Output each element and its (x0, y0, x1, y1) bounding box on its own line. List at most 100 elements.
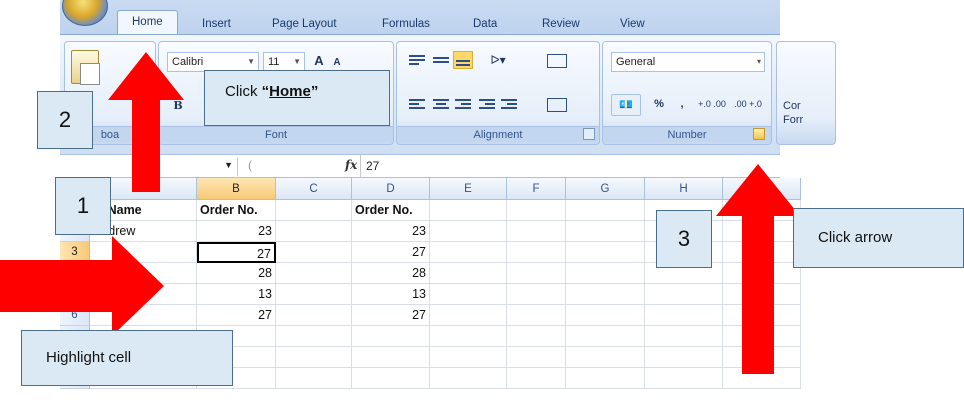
tab-home[interactable]: Home (117, 10, 178, 36)
tab-insert[interactable]: Insert (196, 15, 237, 35)
align-bottom-icon[interactable] (453, 51, 473, 69)
alignment-dialog-launcher[interactable] (583, 128, 595, 140)
cell-e9[interactable] (430, 368, 507, 389)
cell-b3[interactable]: 27 (197, 242, 276, 263)
cell-e4[interactable] (430, 263, 507, 284)
tab-data[interactable]: Data (467, 15, 503, 35)
insert-function-icon[interactable]: fx (345, 158, 357, 172)
cell-g7[interactable] (566, 326, 645, 347)
currency-format-button[interactable]: 💶 (611, 94, 641, 116)
tab-review[interactable]: Review (536, 15, 586, 35)
column-header-b[interactable]: B (197, 178, 276, 200)
column-header-c[interactable]: C (276, 178, 352, 200)
excel-window: Home Insert Page Layout Formulas Data Re… (0, 0, 964, 412)
cell-c7[interactable] (276, 326, 352, 347)
cell-d6[interactable]: 27 (352, 305, 430, 326)
cell-e1[interactable] (430, 200, 507, 221)
cell-d5[interactable]: 13 (352, 284, 430, 305)
cell-d9[interactable] (352, 368, 430, 389)
cell-h9[interactable] (645, 368, 723, 389)
align-right-icon[interactable] (453, 98, 473, 112)
column-header-d[interactable]: D (352, 178, 430, 200)
cell-d3[interactable]: 27 (352, 242, 430, 263)
cell-c6[interactable] (276, 305, 352, 326)
cell-g8[interactable] (566, 347, 645, 368)
cell-d8[interactable] (352, 347, 430, 368)
cell-c5[interactable] (276, 284, 352, 305)
cell-e6[interactable] (430, 305, 507, 326)
cell-b4[interactable]: 28 (197, 263, 276, 284)
tab-formulas[interactable]: Formulas (376, 15, 436, 35)
click-home-prefix: Click (225, 83, 262, 100)
cell-b6[interactable]: 27 (197, 305, 276, 326)
wrap-text-icon[interactable] (547, 54, 567, 68)
cell-f3[interactable] (507, 242, 566, 263)
cell-e2[interactable] (430, 221, 507, 242)
number-format-select[interactable]: General ▾ (611, 52, 765, 72)
cell-c2[interactable] (276, 221, 352, 242)
cell-c8[interactable] (276, 347, 352, 368)
increase-decimal-button[interactable]: +.0 .00 (695, 94, 729, 116)
cell-c1[interactable] (276, 200, 352, 221)
cell-e7[interactable] (430, 326, 507, 347)
cell-h6[interactable] (645, 305, 723, 326)
cell-d2[interactable]: 23 (352, 221, 430, 242)
cell-b2[interactable]: 23 (197, 221, 276, 242)
cell-h8[interactable] (645, 347, 723, 368)
conditional-formatting-label-2[interactable]: Forr (783, 114, 803, 126)
column-header-h[interactable]: H (645, 178, 723, 200)
cell-g6[interactable] (566, 305, 645, 326)
cell-b5[interactable]: 13 (197, 284, 276, 305)
formula-cancel-icon[interactable]: ( (248, 158, 252, 172)
cell-b1[interactable]: Order No. (197, 200, 276, 221)
cell-g3[interactable] (566, 242, 645, 263)
merge-center-icon[interactable] (547, 98, 567, 112)
column-header-f[interactable]: F (507, 178, 566, 200)
orientation-button[interactable]: ᐅ▾ (481, 50, 515, 72)
align-center-icon[interactable] (431, 98, 451, 112)
align-top-icon[interactable] (407, 54, 427, 68)
decrease-indent-icon[interactable] (477, 98, 497, 112)
paste-icon[interactable] (71, 50, 100, 85)
cell-f1[interactable] (507, 200, 566, 221)
cell-h5[interactable] (645, 284, 723, 305)
column-header-e[interactable]: E (430, 178, 507, 200)
cell-g2[interactable] (566, 221, 645, 242)
cell-f6[interactable] (507, 305, 566, 326)
cell-d4[interactable]: 28 (352, 263, 430, 284)
percent-style-button[interactable]: % (649, 94, 669, 116)
conditional-formatting-label[interactable]: Cor (783, 100, 801, 112)
cell-f7[interactable] (507, 326, 566, 347)
quote-close: ” (310, 83, 319, 100)
cell-g9[interactable] (566, 368, 645, 389)
tab-view[interactable]: View (614, 15, 651, 35)
cell-f5[interactable] (507, 284, 566, 305)
cell-d1[interactable]: Order No. (352, 200, 430, 221)
cell-f2[interactable] (507, 221, 566, 242)
align-middle-icon[interactable] (431, 54, 451, 68)
cell-f4[interactable] (507, 263, 566, 284)
font-size-select[interactable]: 11 ▼ (263, 52, 305, 72)
increase-indent-icon[interactable] (499, 98, 519, 112)
cell-g4[interactable] (566, 263, 645, 284)
number-format-dialog-launcher[interactable] (753, 128, 765, 140)
cell-c3[interactable] (276, 242, 352, 263)
decrease-decimal-button[interactable]: .00 +.0 (731, 94, 765, 116)
formula-value[interactable]: 27 (366, 159, 379, 173)
cell-f8[interactable] (507, 347, 566, 368)
comma-style-button[interactable]: , (675, 94, 689, 116)
cell-f9[interactable] (507, 368, 566, 389)
click-home-keyword: Home (269, 83, 311, 100)
cell-c4[interactable] (276, 263, 352, 284)
cell-e8[interactable] (430, 347, 507, 368)
column-header-g[interactable]: G (566, 178, 645, 200)
cell-g5[interactable] (566, 284, 645, 305)
cell-e3[interactable] (430, 242, 507, 263)
tab-page-layout[interactable]: Page Layout (266, 15, 343, 35)
cell-h7[interactable] (645, 326, 723, 347)
cell-c9[interactable] (276, 368, 352, 389)
align-left-icon[interactable] (407, 98, 427, 112)
cell-e5[interactable] (430, 284, 507, 305)
cell-g1[interactable] (566, 200, 645, 221)
cell-d7[interactable] (352, 326, 430, 347)
